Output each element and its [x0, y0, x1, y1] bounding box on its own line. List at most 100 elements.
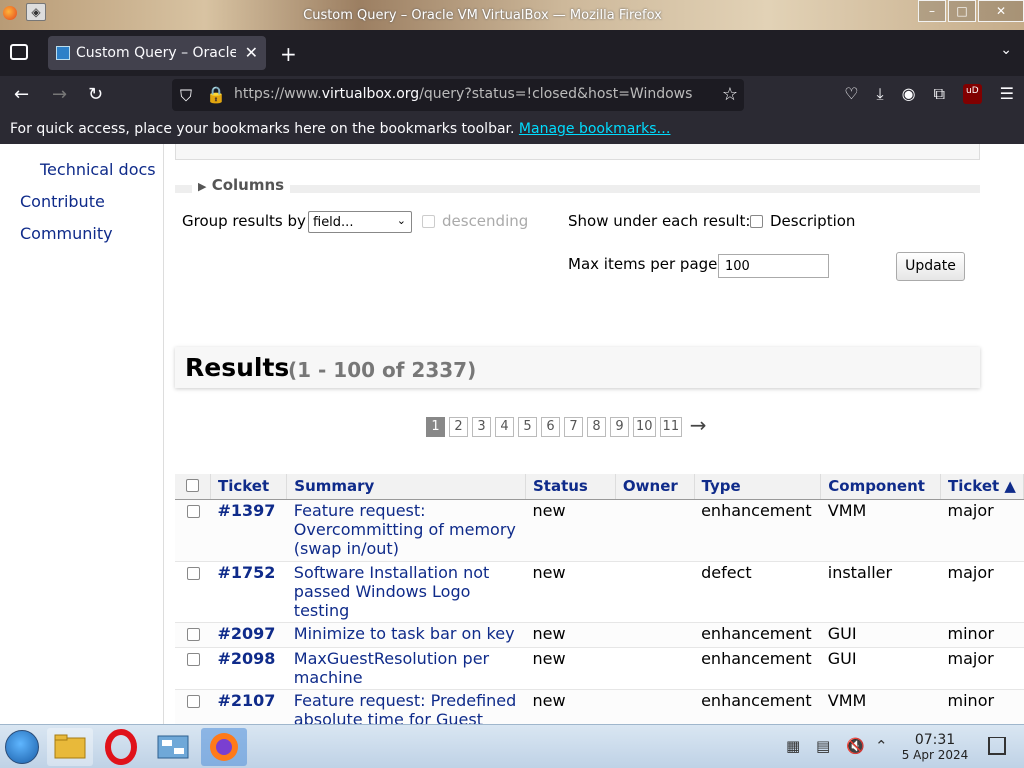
select-all-checkbox[interactable]	[186, 479, 199, 493]
columns-label: Columns	[211, 176, 285, 194]
results-header: Results (1 - 100 of 2337)	[175, 347, 980, 388]
table-row: #1752 Software Installation not passed W…	[175, 561, 1024, 623]
opera-icon[interactable]	[98, 728, 144, 766]
new-tab-icon[interactable]: +	[280, 42, 297, 66]
back-icon[interactable]: ←	[14, 84, 29, 105]
network-icon[interactable]: ▦	[786, 737, 800, 755]
column-header-priority[interactable]: Ticket ▲	[940, 474, 1024, 500]
ticket-id-link[interactable]: #2107	[210, 689, 287, 724]
minimize-button[interactable]: –	[918, 0, 946, 22]
firefox-icon[interactable]	[201, 728, 247, 766]
pocket-icon[interactable]: ♡	[844, 84, 858, 104]
page-1[interactable]: 1	[426, 417, 445, 437]
page-6[interactable]: 6	[541, 417, 560, 437]
show-desktop-icon[interactable]	[988, 737, 1006, 755]
window-titlebar: ◈ Custom Query – Oracle VM VirtualBox — …	[0, 0, 1024, 30]
row-checkbox[interactable]	[187, 504, 200, 518]
page-5[interactable]: 5	[518, 417, 537, 437]
control-panel-icon[interactable]	[150, 728, 196, 766]
column-header-owner[interactable]: Owner	[615, 474, 695, 500]
file-manager-icon[interactable]	[47, 728, 93, 766]
system-clock[interactable]: 07:31 5 Apr 2024	[900, 733, 970, 763]
app-menu-icon[interactable]: ☰	[1000, 84, 1014, 104]
tab-close-icon[interactable]: ✕	[245, 43, 258, 62]
url-text[interactable]: https://www.virtualbox.org/query?status=…	[234, 86, 704, 102]
page-8[interactable]: 8	[587, 417, 606, 437]
show-under-label: Show under each result:	[568, 212, 751, 230]
volume-muted-icon[interactable]: 🔇	[846, 737, 865, 755]
ublock-origin-icon[interactable]: uD	[963, 84, 982, 104]
ticket-status: new	[525, 561, 616, 623]
extensions-icon[interactable]: ⧉	[934, 84, 945, 104]
close-button[interactable]: ✕	[978, 0, 1024, 22]
page-7[interactable]: 7	[564, 417, 583, 437]
descending-checkbox[interactable]	[422, 215, 435, 228]
tab-strip: Custom Query – Oracle VM VirtualBox ✕ + …	[0, 30, 1024, 76]
ticket-priority: minor	[940, 622, 1024, 648]
ticket-type: enhancement	[694, 689, 821, 724]
address-bar[interactable]: ⛉ 🔒 https://www.virtualbox.org/query?sta…	[172, 79, 744, 111]
clipboard-icon[interactable]: ▤	[816, 737, 830, 755]
bookmark-star-icon[interactable]: ☆	[722, 84, 738, 105]
column-header-status[interactable]: Status	[525, 474, 616, 500]
sidebar-item-community[interactable]: Community	[20, 224, 113, 243]
row-checkbox[interactable]	[187, 627, 200, 641]
results-count: (1 - 100 of 2337)	[288, 358, 477, 382]
downloads-icon[interactable]: ⤓	[877, 84, 884, 104]
start-button[interactable]	[5, 730, 39, 764]
ticket-id-link[interactable]: #2098	[210, 647, 287, 690]
page-9[interactable]: 9	[610, 417, 629, 437]
page-3[interactable]: 3	[472, 417, 491, 437]
row-checkbox[interactable]	[187, 694, 200, 708]
update-button[interactable]: Update	[896, 252, 965, 281]
ticket-priority: major	[940, 561, 1024, 623]
ticket-component: GUI	[820, 647, 941, 690]
page-10[interactable]: 10	[633, 417, 656, 437]
row-checkbox[interactable]	[187, 566, 200, 580]
column-header-ticket[interactable]: Ticket	[210, 474, 288, 500]
pagination: 1 2 3 4 5 6 7 8 9 10 11 →	[426, 415, 710, 437]
ticket-summary-link[interactable]: Feature request: Overcommitting of memor…	[286, 499, 526, 562]
ticket-status: new	[525, 499, 616, 562]
results-heading: Results	[185, 353, 290, 382]
ticket-owner	[615, 561, 695, 623]
max-items-input[interactable]: 100	[718, 254, 829, 278]
ticket-id-link[interactable]: #2097	[210, 622, 287, 648]
filters-fieldset	[175, 144, 980, 160]
tracking-protection-icon[interactable]: ⛉	[180, 86, 192, 106]
ticket-priority: major	[940, 647, 1024, 690]
table-header-row: Ticket Summary Status Owner Type Compone…	[175, 474, 1024, 500]
sidebar-item-contribute[interactable]: Contribute	[20, 192, 105, 211]
account-icon[interactable]: ◉	[902, 84, 916, 104]
tickets-table: Ticket Summary Status Owner Type Compone…	[175, 474, 1024, 724]
ticket-priority: major	[940, 499, 1024, 562]
column-header-type[interactable]: Type	[694, 474, 822, 500]
ticket-id-link[interactable]: #1752	[210, 561, 287, 623]
lock-icon[interactable]: 🔒	[206, 85, 226, 104]
sidebar-item-technical-docs[interactable]: Technical docs	[40, 160, 156, 179]
column-header-summary[interactable]: Summary	[286, 474, 526, 500]
ticket-type: enhancement	[694, 647, 821, 690]
description-checkbox[interactable]	[750, 215, 763, 228]
tab-custom-query[interactable]: Custom Query – Oracle VM VirtualBox ✕	[48, 36, 266, 70]
page-2[interactable]: 2	[449, 417, 468, 437]
ticket-summary-link[interactable]: MaxGuestResolution per machine	[286, 647, 526, 690]
columns-toggle[interactable]: ▶ Columns	[192, 176, 291, 194]
ticket-id-link[interactable]: #1397	[210, 499, 287, 562]
reload-icon[interactable]: ↻	[88, 84, 103, 105]
list-all-tabs-icon[interactable]: ⌄	[1000, 42, 1012, 58]
ticket-summary-link[interactable]: Software Installation not passed Windows…	[286, 561, 526, 623]
tray-expand-icon[interactable]: ⌃	[875, 737, 888, 755]
ticket-summary-link[interactable]: Feature request: Predefined absolute tim…	[286, 689, 526, 724]
manage-bookmarks-link[interactable]: Manage bookmarks…	[519, 121, 671, 137]
page-11[interactable]: 11	[659, 417, 683, 437]
page-4[interactable]: 4	[495, 417, 514, 437]
firefox-view-icon[interactable]	[10, 44, 28, 60]
forward-icon[interactable]: →	[52, 84, 67, 105]
group-by-select[interactable]: field... ⌄	[308, 211, 412, 233]
ticket-summary-link[interactable]: Minimize to task bar on key	[286, 622, 526, 648]
column-header-component[interactable]: Component	[820, 474, 942, 500]
row-checkbox[interactable]	[187, 652, 200, 666]
maximize-button[interactable]: □	[948, 0, 976, 22]
next-page-arrow-icon[interactable]: →	[686, 415, 710, 437]
